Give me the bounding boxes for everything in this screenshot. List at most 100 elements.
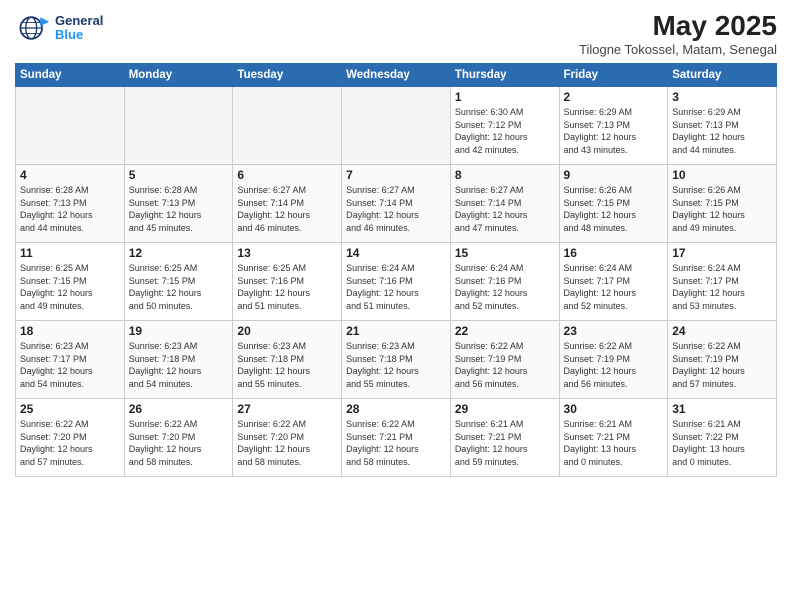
header-sunday: Sunday <box>16 64 125 87</box>
calendar-cell: 24 Sunrise: 6:22 AM Sunset: 7:19 PM Dayli… <box>668 321 777 399</box>
day-info: Sunrise: 6:25 AM Sunset: 7:16 PM Dayligh… <box>237 262 337 312</box>
calendar-cell: 19Sunrise: 6:23 AM Sunset: 7:18 PM Dayli… <box>124 321 233 399</box>
title-block: May 2025 Tilogne Tokossel, Matam, Senega… <box>579 10 777 57</box>
day-info: Sunrise: 6:21 AM Sunset: 7:22 PM Dayligh… <box>672 418 772 468</box>
day-info: Sunrise: 6:24 AM Sunset: 7:17 PM Dayligh… <box>672 262 772 312</box>
calendar-cell: 4 Sunrise: 6:28 AM Sunset: 7:13 PM Daylig… <box>16 165 125 243</box>
day-number: 19 <box>129 324 229 338</box>
day-info: Sunrise: 6:24 AM Sunset: 7:16 PM Dayligh… <box>346 262 446 312</box>
calendar-cell <box>233 87 342 165</box>
logo: General Blue <box>15 10 103 46</box>
calendar-cell: 1 Sunrise: 6:30 AM Sunset: 7:12 PM Daylig… <box>450 87 559 165</box>
day-info: Sunrise: 6:26 AM Sunset: 7:15 PM Dayligh… <box>672 184 772 234</box>
day-number: 27 <box>237 402 337 416</box>
location: Tilogne Tokossel, Matam, Senegal <box>579 42 777 57</box>
calendar-cell: 12 Sunrise: 6:25 AM Sunset: 7:15 PM Dayli… <box>124 243 233 321</box>
day-number: 28 <box>346 402 446 416</box>
day-number: 2 <box>564 90 664 104</box>
day-number: 18 <box>20 324 120 338</box>
calendar-cell: 25Sunrise: 6:22 AM Sunset: 7:20 PM Dayli… <box>16 399 125 477</box>
header-saturday: Saturday <box>668 64 777 87</box>
day-number: 29 <box>455 402 555 416</box>
calendar-cell: 28 Sunrise: 6:22 AM Sunset: 7:21 PM Dayli… <box>342 399 451 477</box>
day-number: 5 <box>129 168 229 182</box>
calendar-cell: 26Sunrise: 6:22 AM Sunset: 7:20 PM Dayli… <box>124 399 233 477</box>
day-number: 1 <box>455 90 555 104</box>
calendar-cell: 18 Sunrise: 6:23 AM Sunset: 7:17 PM Dayli… <box>16 321 125 399</box>
day-number: 12 <box>129 246 229 260</box>
day-number: 30 <box>564 402 664 416</box>
day-number: 4 <box>20 168 120 182</box>
day-number: 6 <box>237 168 337 182</box>
header-friday: Friday <box>559 64 668 87</box>
header-tuesday: Tuesday <box>233 64 342 87</box>
day-number: 16 <box>564 246 664 260</box>
day-info: Sunrise: 6:22 AM Sunset: 7:19 PM Dayligh… <box>564 340 664 390</box>
calendar-week-2: 4 Sunrise: 6:28 AM Sunset: 7:13 PM Daylig… <box>16 165 777 243</box>
day-info: Sunrise: 6:27 AM Sunset: 7:14 PM Dayligh… <box>237 184 337 234</box>
calendar-week-5: 25 Sunrise: 6:22 AM Sunset: 7:20 PM Dayli… <box>16 399 777 477</box>
day-info: Sunrise: 6:30 AM Sunset: 7:12 PM Dayligh… <box>455 106 555 156</box>
day-info: Sunrise: 6:21 AM Sunset: 7:21 PM Dayligh… <box>455 418 555 468</box>
calendar-cell: 20 Sunrise: 6:23 AM Sunset: 7:18 PM Dayli… <box>233 321 342 399</box>
calendar-cell: 7 Sunrise: 6:27 AM Sunset: 7:14 PM Daylig… <box>342 165 451 243</box>
day-number: 17 <box>672 246 772 260</box>
calendar-cell: 10 Sunrise: 6:26 AM Sunset: 7:15 PM Dayli… <box>668 165 777 243</box>
day-number: 25 <box>20 402 120 416</box>
day-info: Sunrise: 6:27 AM Sunset: 7:14 PM Dayligh… <box>455 184 555 234</box>
day-info: Sunrise: 6:28 AM Sunset: 7:13 PM Dayligh… <box>129 184 229 234</box>
calendar-cell <box>16 87 125 165</box>
page: General Blue May 2025 Tilogne Tokossel, … <box>0 0 792 612</box>
logo-line2: Blue <box>55 28 103 42</box>
calendar-header-row: Sunday Monday Tuesday Wednesday Thursday… <box>16 64 777 87</box>
day-info: Sunrise: 6:23 AM Sunset: 7:17 PM Dayligh… <box>20 340 120 390</box>
day-info: Sunrise: 6:22 AM Sunset: 7:19 PM Dayligh… <box>672 340 772 390</box>
calendar-week-4: 18 Sunrise: 6:23 AM Sunset: 7:17 PM Dayli… <box>16 321 777 399</box>
day-number: 3 <box>672 90 772 104</box>
day-number: 7 <box>346 168 446 182</box>
day-number: 8 <box>455 168 555 182</box>
day-number: 10 <box>672 168 772 182</box>
day-info: Sunrise: 6:24 AM Sunset: 7:17 PM Dayligh… <box>564 262 664 312</box>
header-monday: Monday <box>124 64 233 87</box>
day-number: 24 <box>672 324 772 338</box>
calendar-week-3: 11 Sunrise: 6:25 AM Sunset: 7:15 PM Dayli… <box>16 243 777 321</box>
calendar-cell: 17 Sunrise: 6:24 AM Sunset: 7:17 PM Dayli… <box>668 243 777 321</box>
day-number: 31 <box>672 402 772 416</box>
calendar-cell: 3 Sunrise: 6:29 AM Sunset: 7:13 PM Daylig… <box>668 87 777 165</box>
month-year: May 2025 <box>579 10 777 42</box>
day-info: Sunrise: 6:28 AM Sunset: 7:13 PM Dayligh… <box>20 184 120 234</box>
day-number: 22 <box>455 324 555 338</box>
calendar-cell: 30Sunrise: 6:21 AM Sunset: 7:21 PM Dayli… <box>559 399 668 477</box>
day-number: 13 <box>237 246 337 260</box>
day-number: 20 <box>237 324 337 338</box>
calendar-cell: 15Sunrise: 6:24 AM Sunset: 7:16 PM Dayli… <box>450 243 559 321</box>
day-info: Sunrise: 6:23 AM Sunset: 7:18 PM Dayligh… <box>346 340 446 390</box>
day-info: Sunrise: 6:22 AM Sunset: 7:19 PM Dayligh… <box>455 340 555 390</box>
calendar-week-1: 1 Sunrise: 6:30 AM Sunset: 7:12 PM Daylig… <box>16 87 777 165</box>
calendar-cell: 9Sunrise: 6:26 AM Sunset: 7:15 PM Daylig… <box>559 165 668 243</box>
day-info: Sunrise: 6:22 AM Sunset: 7:21 PM Dayligh… <box>346 418 446 468</box>
calendar-cell: 5 Sunrise: 6:28 AM Sunset: 7:13 PM Daylig… <box>124 165 233 243</box>
day-number: 23 <box>564 324 664 338</box>
day-info: Sunrise: 6:23 AM Sunset: 7:18 PM Dayligh… <box>237 340 337 390</box>
day-info: Sunrise: 6:22 AM Sunset: 7:20 PM Dayligh… <box>237 418 337 468</box>
day-info: Sunrise: 6:26 AM Sunset: 7:15 PM Dayligh… <box>564 184 664 234</box>
logo-icon <box>15 10 51 46</box>
logo-text: General Blue <box>55 14 103 43</box>
calendar-cell: 23 Sunrise: 6:22 AM Sunset: 7:19 PM Dayli… <box>559 321 668 399</box>
day-info: Sunrise: 6:25 AM Sunset: 7:15 PM Dayligh… <box>129 262 229 312</box>
day-info: Sunrise: 6:25 AM Sunset: 7:15 PM Dayligh… <box>20 262 120 312</box>
header-thursday: Thursday <box>450 64 559 87</box>
calendar-cell: 22 Sunrise: 6:22 AM Sunset: 7:19 PM Dayli… <box>450 321 559 399</box>
day-number: 15 <box>455 246 555 260</box>
day-number: 11 <box>20 246 120 260</box>
calendar-cell: 16 Sunrise: 6:24 AM Sunset: 7:17 PM Dayli… <box>559 243 668 321</box>
calendar-cell <box>124 87 233 165</box>
day-info: Sunrise: 6:29 AM Sunset: 7:13 PM Dayligh… <box>672 106 772 156</box>
day-number: 21 <box>346 324 446 338</box>
calendar-cell: 13 Sunrise: 6:25 AM Sunset: 7:16 PM Dayli… <box>233 243 342 321</box>
day-info: Sunrise: 6:27 AM Sunset: 7:14 PM Dayligh… <box>346 184 446 234</box>
calendar-cell: 31 Sunrise: 6:21 AM Sunset: 7:22 PM Dayli… <box>668 399 777 477</box>
day-number: 26 <box>129 402 229 416</box>
